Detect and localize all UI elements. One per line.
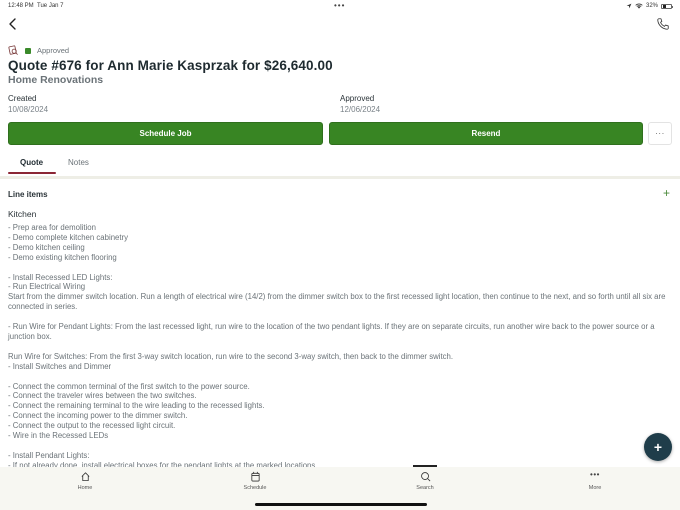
approved-field: Approved 12/06/2024 <box>340 94 380 114</box>
more-icon: ••• <box>590 470 600 479</box>
page-subtitle: Home Renovations <box>8 74 104 86</box>
created-label: Created <box>8 94 37 103</box>
approved-value: 12/06/2024 <box>340 105 381 114</box>
active-nav-indicator <box>413 465 437 467</box>
scroll-content[interactable]: Approved Quote #676 for Ann Marie Kasprz… <box>0 0 680 467</box>
home-indicator[interactable] <box>255 503 427 506</box>
nav-search-label: Search <box>416 485 434 491</box>
resend-button[interactable]: Resend <box>329 122 643 145</box>
add-line-item-button[interactable]: + <box>663 186 670 200</box>
nav-more[interactable]: ••• More <box>565 470 625 492</box>
line-items-header: Line items <box>8 190 48 199</box>
search-icon <box>420 472 430 482</box>
more-actions-button[interactable]: ··· <box>648 122 672 145</box>
quote-status: Approved <box>8 45 69 56</box>
calendar-icon <box>250 471 260 482</box>
nav-home-label: Home <box>77 485 93 491</box>
nav-schedule-label: Schedule <box>243 485 267 491</box>
quote-icon <box>8 45 18 55</box>
tabs-divider <box>0 176 680 179</box>
nav-search[interactable]: Search <box>395 471 455 491</box>
status-label: Approved <box>37 46 70 55</box>
active-tab-indicator <box>8 172 56 174</box>
created-value: 10/08/2024 <box>8 105 49 114</box>
line-item-description: - Prep area for demolition - Demo comple… <box>8 223 666 467</box>
nav-home[interactable]: Home <box>55 471 115 491</box>
home-icon <box>81 472 89 482</box>
nav-more-label: More <box>588 485 602 491</box>
tab-notes[interactable]: Notes <box>68 158 89 167</box>
schedule-job-button[interactable]: Schedule Job <box>8 122 323 145</box>
page-title: Quote #676 for Ann Marie Kasprzak for $2… <box>8 58 333 73</box>
line-item-title: Kitchen <box>8 209 37 219</box>
tab-bar: Quote Notes <box>0 152 680 176</box>
approved-label: Approved <box>340 94 375 103</box>
add-fab-button[interactable]: + <box>644 433 672 461</box>
status-dot <box>25 47 31 54</box>
nav-schedule[interactable]: Schedule <box>225 471 285 491</box>
tab-quote[interactable]: Quote <box>20 158 43 167</box>
created-field: Created 10/08/2024 <box>8 94 48 114</box>
